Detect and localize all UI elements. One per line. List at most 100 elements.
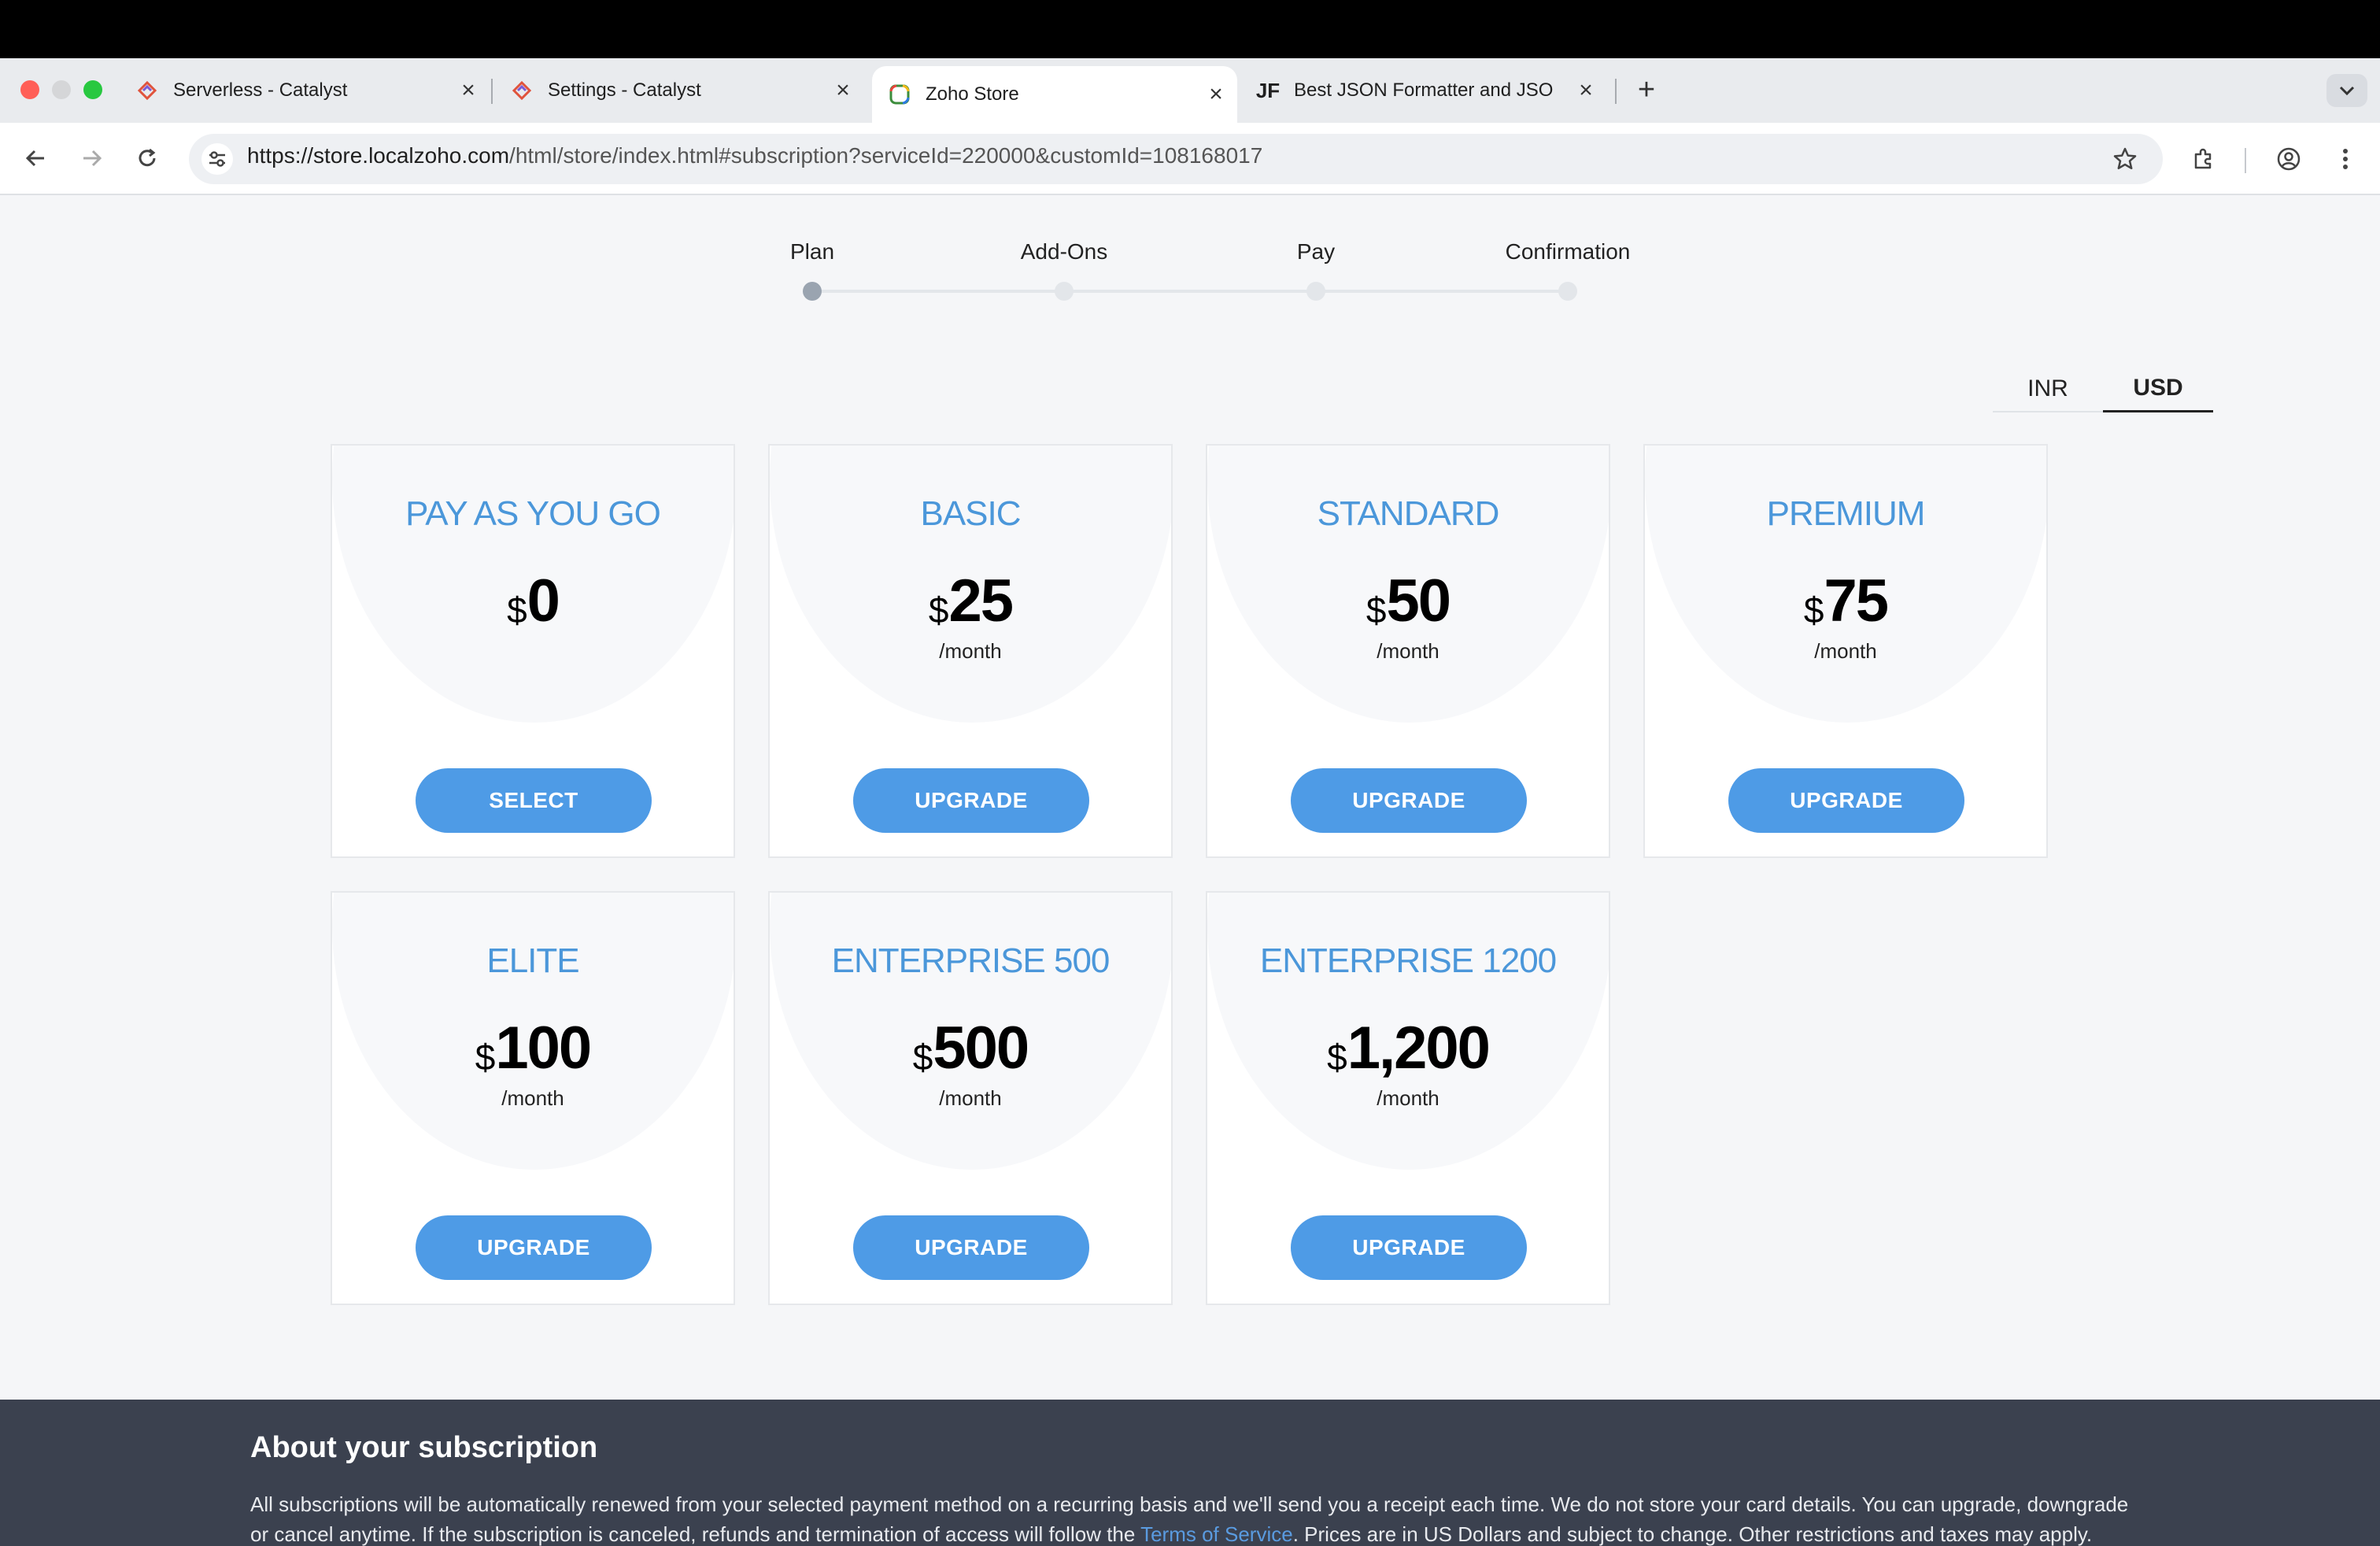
price-amount: 75 <box>1824 568 1890 634</box>
catalyst-icon <box>510 79 534 102</box>
profile-avatar-icon[interactable] <box>2270 140 2308 178</box>
plan-card-elite: ELITE $100 /month UPGRADE <box>331 891 735 1305</box>
tab-json-formatter[interactable]: JF Best JSON Formatter and JSO × <box>1253 66 1607 115</box>
plan-price: $500 <box>770 1014 1171 1082</box>
plan-price: $0 <box>332 567 734 635</box>
menu-bar-area <box>0 0 2380 58</box>
tab-title: Best JSON Formatter and JSO <box>1294 80 1554 101</box>
currency-usd-tab[interactable]: USD <box>2103 365 2213 412</box>
tab-divider <box>491 79 493 104</box>
tab-zoho-store[interactable]: Zoho Store × <box>872 66 1237 123</box>
currency-symbol: $ <box>912 1037 933 1078</box>
upgrade-button[interactable]: UPGRADE <box>1291 768 1527 833</box>
catalyst-icon <box>135 79 159 102</box>
back-arrow-icon[interactable] <box>16 139 55 178</box>
currency-inr-tab[interactable]: INR <box>1993 365 2103 412</box>
plan-card-basic: BASIC $25 /month UPGRADE <box>768 444 1173 858</box>
plan-title: ENTERPRISE 1200 <box>1259 941 1557 980</box>
currency-symbol: $ <box>928 590 949 631</box>
plan-price: $100 <box>332 1014 734 1082</box>
currency-symbol: $ <box>1803 590 1824 631</box>
site-settings-icon[interactable] <box>201 143 233 175</box>
maximize-window-button[interactable] <box>83 80 102 99</box>
plan-title: BASIC <box>920 494 1021 533</box>
upgrade-button[interactable]: UPGRADE <box>853 1215 1089 1280</box>
plan-period: /month <box>1377 639 1439 663</box>
close-icon[interactable]: × <box>1572 77 1599 104</box>
currency-symbol: $ <box>1327 1037 1347 1078</box>
tab-settings-catalyst[interactable]: Settings - Catalyst × <box>507 66 864 115</box>
close-icon[interactable]: × <box>455 77 482 104</box>
plan-title: ELITE <box>486 941 579 980</box>
store-page: Plan Add-Ons Pay Confirmation INR USD PA… <box>0 195 2380 1546</box>
url-host: https://store.localzoho.com <box>247 143 510 168</box>
price-amount: 50 <box>1386 568 1452 634</box>
close-icon[interactable]: × <box>830 77 856 104</box>
extensions-puzzle-icon[interactable] <box>2185 140 2223 178</box>
bookmark-star-icon[interactable] <box>2106 140 2144 178</box>
plan-title: PAY AS YOU GO <box>405 494 661 533</box>
about-subscription-section: About your subscription All subscription… <box>0 1400 2380 1546</box>
about-title: About your subscription <box>250 1431 598 1464</box>
upgrade-button[interactable]: UPGRADE <box>416 1215 652 1280</box>
price-amount: 0 <box>527 568 560 634</box>
plan-price: $75 <box>1645 567 2046 635</box>
plan-price: $25 <box>770 567 1171 635</box>
close-window-button[interactable] <box>20 80 39 99</box>
close-icon[interactable]: × <box>1203 81 1229 108</box>
step-dot-plan <box>803 282 822 301</box>
plan-period: /month <box>939 1086 1002 1110</box>
url-text[interactable]: https://store.localzoho.com/html/store/i… <box>247 143 1262 168</box>
minimize-window-button[interactable] <box>52 80 71 99</box>
plan-period: /month <box>1814 639 1877 663</box>
step-dot-confirmation <box>1558 282 1577 301</box>
tab-title: Serverless - Catalyst <box>173 80 348 101</box>
plan-card-pay-as-you-go: PAY AS YOU GO $0 SELECT <box>331 444 735 858</box>
stepper-track <box>812 290 1568 293</box>
tab-title: Settings - Catalyst <box>548 80 701 101</box>
new-tab-plus-icon[interactable]: + <box>1631 73 1662 106</box>
plan-card-standard: STANDARD $50 /month UPGRADE <box>1206 444 1610 858</box>
currency-symbol: $ <box>475 1037 496 1078</box>
reload-icon[interactable] <box>128 139 167 178</box>
upgrade-button[interactable]: UPGRADE <box>1291 1215 1527 1280</box>
about-text: All subscriptions will be automatically … <box>250 1489 2139 1546</box>
forward-arrow-icon[interactable] <box>72 139 112 178</box>
plan-period: /month <box>501 1086 564 1110</box>
zoho-icon <box>888 83 911 106</box>
price-amount: 100 <box>495 1015 592 1082</box>
currency-toggle: INR USD <box>1993 365 2213 412</box>
plan-title: STANDARD <box>1317 494 1500 533</box>
toolbar-divider <box>2245 148 2246 173</box>
plan-title: ENTERPRISE 500 <box>831 941 1111 980</box>
tab-divider <box>1615 79 1617 104</box>
step-dot-add-ons <box>1055 282 1074 301</box>
tab-serverless-catalyst[interactable]: Serverless - Catalyst × <box>132 66 490 115</box>
price-amount: 500 <box>933 1015 1029 1082</box>
plan-price: $1,200 <box>1207 1014 1609 1082</box>
plan-card-enterprise-1200: ENTERPRISE 1200 $1,200 /month UPGRADE <box>1206 891 1610 1305</box>
currency-symbol: $ <box>507 590 527 631</box>
tab-title: Zoho Store <box>926 83 1019 105</box>
plan-title: PREMIUM <box>1766 494 1926 533</box>
plan-card-enterprise-500: ENTERPRISE 500 $500 /month UPGRADE <box>768 891 1173 1305</box>
plan-period: /month <box>1377 1086 1439 1110</box>
terms-of-service-link[interactable]: Terms of Service <box>1140 1522 1293 1546</box>
jf-icon: JF <box>1255 78 1281 102</box>
select-button[interactable]: SELECT <box>416 768 652 833</box>
plan-price: $50 <box>1207 567 1609 635</box>
plan-period: /month <box>939 639 1002 663</box>
kebab-menu-icon[interactable] <box>2326 140 2364 178</box>
step-dot-pay <box>1306 282 1325 301</box>
about-text-part: . Prices are in US Dollars and subject t… <box>1292 1522 2093 1546</box>
url-path: /html/store/index.html#subscription?serv… <box>509 143 1263 168</box>
upgrade-button[interactable]: UPGRADE <box>853 768 1089 833</box>
tab-search-chevron-icon[interactable] <box>2326 74 2367 107</box>
step-label-plan: Plan <box>789 239 835 264</box>
step-label-pay: Pay <box>1296 239 1336 264</box>
upgrade-button[interactable]: UPGRADE <box>1728 768 1964 833</box>
step-label-confirmation: Confirmation <box>1505 239 1631 264</box>
price-amount: 25 <box>948 568 1014 634</box>
step-label-add-ons: Add-Ons <box>1020 239 1108 264</box>
plan-card-premium: PREMIUM $75 /month UPGRADE <box>1643 444 2048 858</box>
